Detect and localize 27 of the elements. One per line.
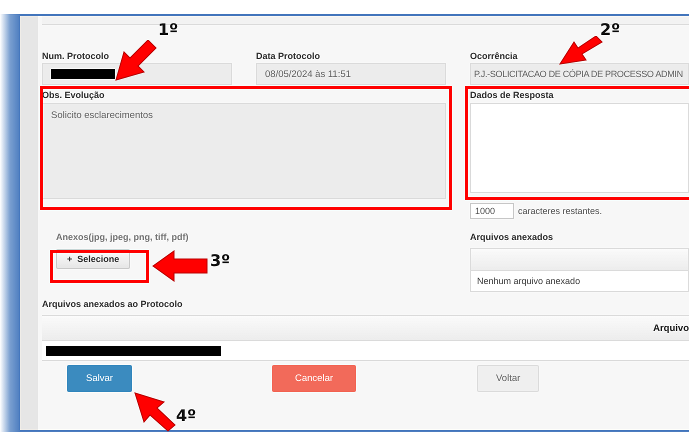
form-button[interactable]: Voltar — [477, 365, 540, 392]
field-label: Obs. Evolução — [42, 89, 106, 102]
step-number: 2º — [600, 20, 620, 39]
occurrence-field[interactable]: P.J.-SOLICITACAO DE CÓPIA DE PROCESSO ADMIN — [470, 63, 689, 85]
counter-field: 1000 — [470, 203, 514, 219]
column-header: Arquivo — [653, 322, 689, 334]
arrow-icon — [152, 250, 208, 282]
protocol-number-field[interactable] — [42, 63, 232, 85]
step-number: 4º — [176, 406, 196, 425]
arrow-icon — [558, 36, 604, 66]
form-button[interactable]: Cancelar — [272, 365, 356, 392]
counter-text: caracteres restantes. — [518, 206, 602, 216]
empty-message: Nenhum arquivo anexado — [476, 275, 582, 288]
date-field[interactable]: 08/05/2024 às 11:51 — [256, 63, 446, 85]
form-button[interactable]: Salvar — [67, 365, 132, 392]
field-label: Num. Protocolo — [42, 50, 110, 63]
redaction-bar — [51, 69, 115, 79]
step-number: 1º — [158, 20, 178, 39]
arrow-icon — [134, 392, 176, 432]
field-label: Ocorrência — [470, 50, 519, 63]
step-number: 3º — [210, 251, 230, 270]
field-label: Dados de Resposta — [470, 89, 555, 102]
observation-textarea[interactable]: Solicito esclarecimentos — [42, 103, 446, 199]
section-label: Arquivos anexados ao Protocolo — [42, 298, 184, 311]
field-label: Arquivos anexados — [470, 231, 554, 244]
field-label: Data Protocolo — [256, 50, 322, 63]
field-label: Anexos(jpg, jpeg, png, tiff, pdf) — [56, 231, 190, 244]
